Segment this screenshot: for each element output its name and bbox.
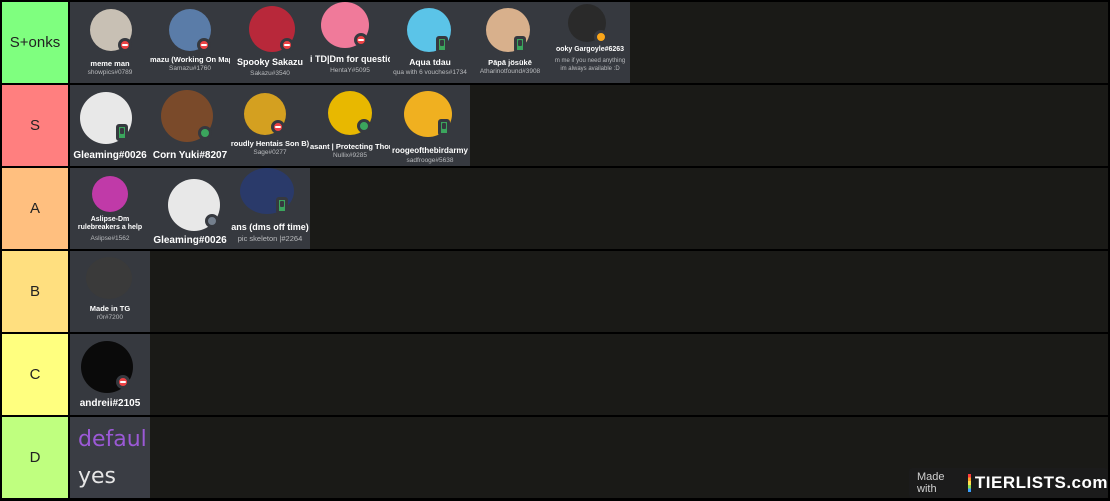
item-tag: sadfrooge#5638 [406,157,454,164]
dnd-status-icon [271,120,285,134]
mobile-status-icon [276,197,288,214]
idle-status-icon [594,30,608,44]
offline-status-icon [205,214,219,228]
tier-item[interactable]: Aqua tdau qua with 6 vouches#1734 [390,2,470,83]
item-tag: Nullix#9285 [333,152,367,159]
tier-item[interactable]: roogeofthebirdarmy sadfrooge#5638 [390,85,470,166]
tier-item[interactable]: Gleaming#0026 [70,85,150,166]
mobile-status-icon [438,119,450,136]
item-tag: Atharinotfound#3908 [479,68,541,75]
mobile-status-icon [116,124,128,141]
tier-item[interactable]: defaul yes [70,417,150,498]
mobile-status-icon [436,36,448,53]
item-tag: Sakazu#3540 [250,70,290,77]
item-tag: HentaY#5095 [330,67,370,74]
tier-items: Aslipse-Dm rulebreakers a help Aslipse#1… [70,168,1108,249]
tier-row-splus: S+onks meme man showpics#0789 mazu (Work… [2,2,1108,83]
tier-item[interactable]: ooky Gargoyle#6263 m me if you need anyt… [550,2,630,83]
online-status-icon [357,119,371,133]
tier-items: Made in TG r0r#7200 [70,251,1108,332]
item-text-line: yes [78,464,117,489]
item-name: Spooky Sakazu [236,57,304,67]
item-tag: showpics#0789 [87,69,133,76]
tier-label: D [2,417,68,498]
tierlists-watermark[interactable]: Made with TIERLISTS.com [909,468,1108,498]
item-name: andreii#2105 [79,398,141,409]
mobile-status-icon [514,36,526,53]
item-name: roudly Hentais Son B) [230,139,310,148]
item-name: ans (dms off time) [231,222,309,232]
item-name: Aslipse-Dm rulebreakers a help [77,216,143,231]
item-name: Pāpā jösükē [488,58,532,67]
item-tag: Sage#0277 [253,149,287,156]
tier-label: S [2,85,68,166]
tier-items: meme man showpics#0789 mazu (Working On … [70,2,1108,83]
dnd-status-icon [354,33,368,47]
tier-item[interactable]: Aslipse-Dm rulebreakers a help Aslipse#1… [70,168,150,249]
tier-row-s: S Gleaming#0026 Corn Yuki#8207 roudly He… [2,85,1108,166]
online-status-icon [198,126,212,140]
item-tag: pic skeleton |#2264 [237,234,303,243]
item-name: roogeofthebirdarmy [391,146,468,155]
dnd-status-icon [197,38,211,52]
item-name: Gleaming#0026 [153,235,227,246]
item-text-line: defaul [78,427,147,452]
tier-item[interactable]: meme man showpics#0789 [70,2,150,83]
tier-item[interactable]: andreii#2105 [70,334,150,415]
tier-list: S+onks meme man showpics#0789 mazu (Work… [0,0,1110,501]
item-name: i TD|Dm for questio [310,54,390,64]
tier-item[interactable]: i TD|Dm for questio HentaY#5095 [310,2,390,83]
tier-item[interactable]: Gleaming#0026 [150,168,230,249]
item-name: Made in TG [89,304,131,313]
dnd-status-icon [280,38,294,52]
dnd-status-icon [116,375,130,389]
tier-item[interactable]: mazu (Working On Map Samazu#1760 [150,2,230,83]
item-name: ooky Gargoyle#6263 [555,46,625,53]
tier-item[interactable]: Pāpā jösükē Atharinotfound#3908 [470,2,550,83]
tier-item[interactable]: Made in TG r0r#7200 [70,251,150,332]
tier-items: Gleaming#0026 Corn Yuki#8207 roudly Hent… [70,85,1108,166]
made-with-label: Made with [917,471,945,495]
tier-items: andreii#2105 [70,334,1108,415]
tier-row-c: C andreii#2105 [2,334,1108,415]
tier-item[interactable]: Spooky Sakazu Sakazu#3540 [230,2,310,83]
item-tag: m me if you need anything im always avai… [554,58,626,72]
avatar [92,176,128,212]
tier-label: C [2,334,68,415]
tier-label: S+onks [2,2,68,83]
tier-item[interactable]: ans (dms off time) pic skeleton |#2264 [230,168,310,249]
item-name: asant | Protecting Thor [310,142,390,151]
item-name: meme man [90,59,130,68]
tier-row-a: A Aslipse-Dm rulebreakers a help Aslipse… [2,168,1108,249]
tier-item[interactable]: asant | Protecting Thor Nullix#9285 [310,85,390,166]
item-tag: Aslipse#1562 [90,235,130,242]
tierlists-logo-icon [967,474,971,492]
tier-row-b: B Made in TG r0r#7200 [2,251,1108,332]
tier-label: B [2,251,68,332]
tier-label: A [2,168,68,249]
item-tag: Samazu#1760 [169,65,211,72]
item-name: Corn Yuki#8207 [152,150,228,161]
dnd-status-icon [118,38,132,52]
item-name: mazu (Working On Map [150,55,230,64]
avatar [86,257,132,299]
tier-item[interactable]: roudly Hentais Son B) Sage#0277 [230,85,310,166]
brand-label: TIERLISTS.com [974,473,1108,492]
item-tag: r0r#7200 [96,314,124,321]
item-tag: qua with 6 vouches#1734 [393,69,467,76]
tier-item[interactable]: Corn Yuki#8207 [150,85,230,166]
item-name: Aqua tdau [409,57,451,67]
item-name: Gleaming#0026 [73,150,147,161]
